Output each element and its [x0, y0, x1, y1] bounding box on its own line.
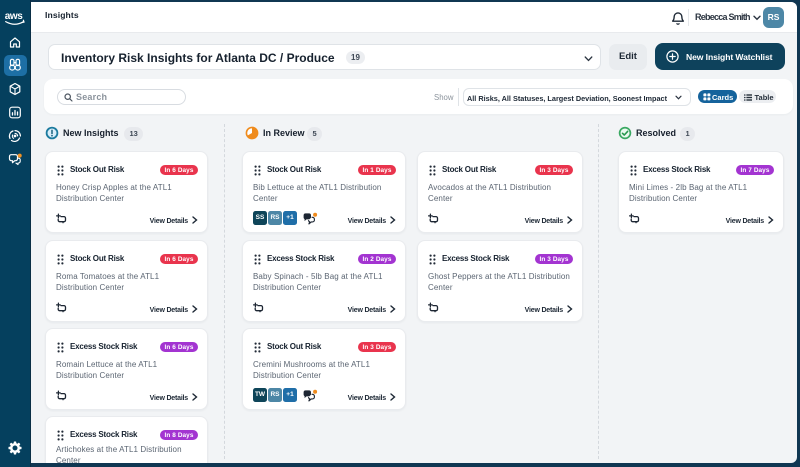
svg-text:aws: aws: [5, 11, 24, 22]
